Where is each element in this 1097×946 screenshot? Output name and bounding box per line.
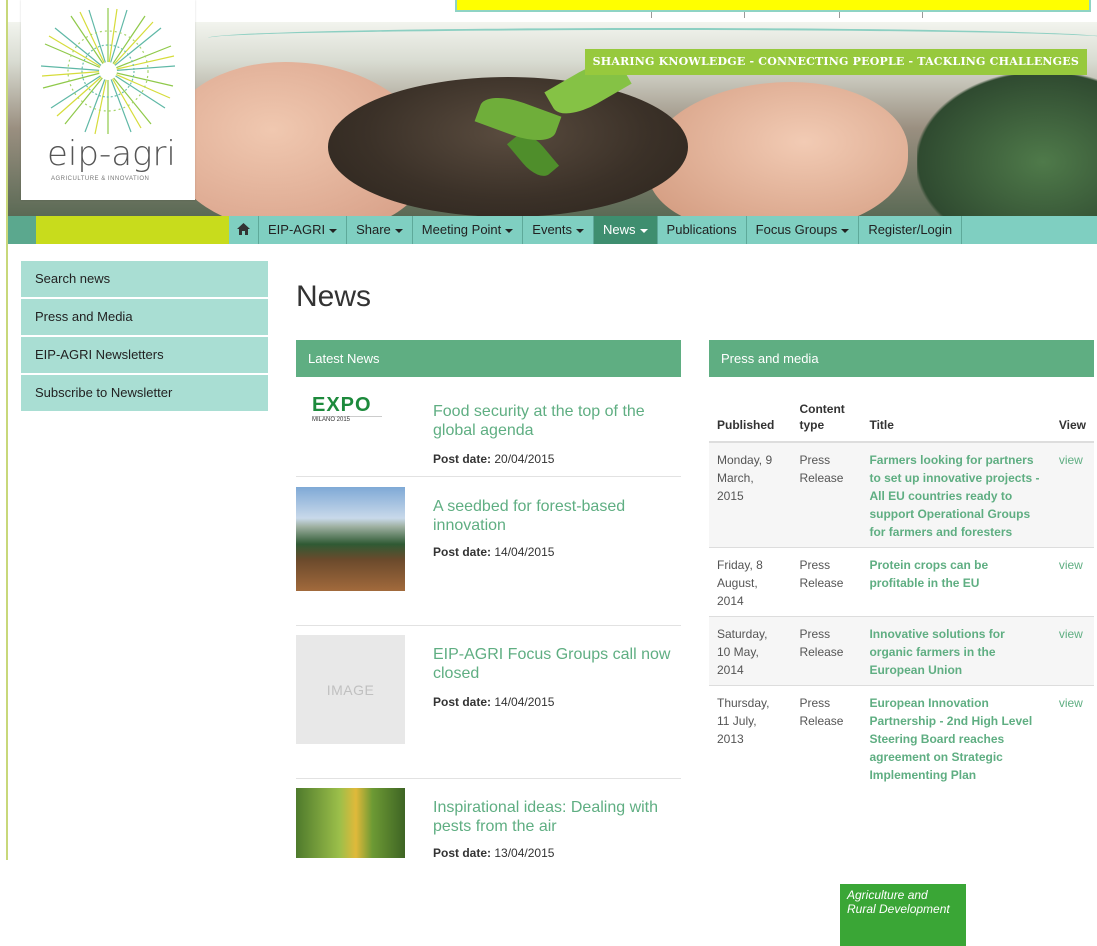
table-row: Thursday, 11 July, 2013 Press Release Euro…: [709, 685, 1094, 790]
view-link[interactable]: view: [1050, 685, 1094, 790]
cell-title-link[interactable]: Protein crops can be profitable in the E…: [861, 547, 1051, 617]
press-table-viewport: Published Content type Title View Monday…: [0, 0, 1097, 860]
cell-title-link[interactable]: Innovative solutions for organic farmers…: [861, 616, 1051, 686]
cell-published: Monday, 9 March, 2015: [709, 441, 792, 548]
press-table: Published Content type Title View Monday…: [709, 397, 1094, 790]
dg-agri-badge[interactable]: Agriculture and Rural Development: [840, 884, 966, 946]
cell-content-type: Press Release: [791, 616, 862, 686]
cell-published: Friday, 8 August, 2014: [709, 547, 792, 617]
cell-content-type: Press Release: [791, 547, 862, 617]
cell-title-link[interactable]: Farmers looking for partners to set up i…: [861, 441, 1051, 548]
view-link[interactable]: view: [1050, 616, 1094, 686]
cell-title-link[interactable]: European Innovation Partnership - 2nd Hi…: [861, 685, 1051, 790]
table-row: Monday, 9 March, 2015 Press Release Farmer…: [709, 441, 1094, 548]
col-view: View: [1050, 397, 1094, 443]
col-content-type: Content type: [791, 397, 862, 443]
cell-content-type: Press Release: [791, 441, 862, 548]
table-row: Friday, 8 August, 2014 Press Release Prote…: [709, 547, 1094, 617]
cell-published: Thursday, 11 July, 2013: [709, 685, 792, 790]
col-title: Title: [861, 397, 1051, 443]
view-link[interactable]: view: [1050, 441, 1094, 548]
view-link[interactable]: view: [1050, 547, 1094, 617]
cell-published: Saturday, 10 May, 2014: [709, 616, 792, 686]
cell-content-type: Press Release: [791, 685, 862, 790]
table-row: Saturday, 10 May, 2014 Press Release Innov…: [709, 616, 1094, 686]
col-published: Published: [709, 397, 792, 443]
